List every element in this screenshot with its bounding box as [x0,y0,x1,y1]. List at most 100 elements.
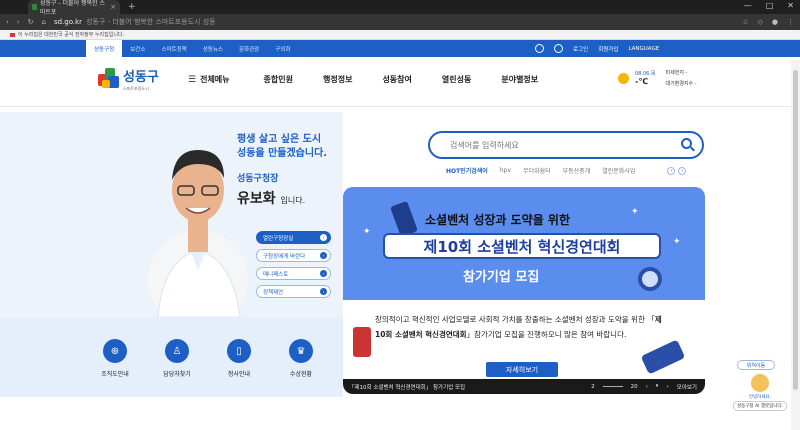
quick-links: ⊕ 조직도안내 ♙ 담당자찾기 ▯ 청사안내 ♛ 수상현황 [0,317,343,397]
util-tab-council[interactable]: 구의회 [267,40,298,57]
quick-building-guide[interactable]: ▯ 청사안내 [224,339,254,397]
policy-proposal-button[interactable]: 정책제안 › [256,285,331,298]
util-tab-office[interactable]: 성동구청 [86,40,123,57]
arrow-right-icon: › [320,270,327,277]
site-header: 성동구 스마트포용도시 ☰ 전체메뉴 종합민원 행정정보 성동참여 열린성동 분… [0,57,800,107]
close-window-icon[interactable]: ✕ [787,1,794,10]
favicon-icon [32,4,37,10]
hot-prev-icon[interactable]: ‹ [667,166,676,175]
arrow-right-icon: › [320,288,327,295]
url-field[interactable]: sd.go.kr 성동구 - 더불어 행복한 스마트포용도시 성동 [54,17,216,27]
scrollbar-thumb[interactable] [793,70,798,390]
menu-icon[interactable]: ⋮ [787,18,794,26]
ai-chatbot[interactable]: 안녕하세요. 성동구청 AI 챗봇입니다. [733,374,787,411]
move-button[interactable]: 위쳐이동 [737,360,775,370]
gov-notice-text: 이 누리집은 대한민국 공식 전자정부 누리집입니다. [18,32,125,38]
hot-keywords-title: HOT인기검색어 [446,168,488,175]
extension-icon[interactable]: ◇ [758,18,763,26]
accessibility-icon[interactable] [554,44,563,53]
star-icon[interactable]: ☆ [742,18,748,26]
mayor-photo [148,150,248,317]
browser-toolbar-icons: ☆ ◇ ● ⋮ [742,18,794,26]
air-index: 대기환경지수 - [665,81,697,87]
minimize-icon[interactable]: — [744,1,752,10]
search-input[interactable] [450,140,670,150]
weather-date: 08.06.목 [635,71,656,77]
back-icon[interactable]: ‹ [6,18,9,26]
request-to-mayor-button[interactable]: 구청장에게 바란다 › [256,249,331,262]
org-chart-icon: ⊕ [103,339,127,363]
quick-org-chart[interactable]: ⊕ 조직도안내 [100,339,130,397]
scrollbar[interactable] [791,60,800,430]
util-tab-news[interactable]: 성동뉴스 [195,40,231,57]
forward-icon[interactable]: › [17,18,20,26]
magnifier-illustration-icon [638,267,662,291]
mayor-slogan-1: 평생 살고 싶은 도시 [237,134,322,145]
language-link[interactable]: LANGUAGE [628,46,659,52]
window-controls: — □ ✕ [744,1,794,10]
browser-tab-strip: 성동구 - 더불어 행복한 스마트포 × + — □ ✕ [0,0,800,16]
browser-tab[interactable]: 성동구 - 더불어 행복한 스마트포 × [28,0,120,16]
prev-icon[interactable]: ‹ [646,384,648,390]
quick-awards[interactable]: ♛ 수상현황 [286,339,316,397]
person-illustration-icon [353,327,371,357]
logo-name: 성동구 [123,70,159,85]
nav-field-info[interactable]: 분야별정보 [501,74,538,85]
logo-mark-icon [98,68,120,90]
join-link[interactable]: 회원가입 [598,45,618,53]
quick-find-staff[interactable]: ♙ 담당자찾기 [162,339,192,397]
banner-control-bar: 「제10회 소셜벤처 혁신경연대회」 참가기업 모집 2 20 ‹ ⏸ › 모아… [343,379,705,394]
nav-all-menu[interactable]: 전체메뉴 [200,74,229,85]
banner-title-1: 소셜벤처 성장과 도약을 위한 [425,213,571,227]
arrow-right-icon: › [320,234,327,241]
mayor-intro: 평생 살고 싶은 도시 성동을 만들겠습니다. 성동구청장 유보화 입니다. [237,133,327,208]
util-tab-health[interactable]: 보건소 [122,40,153,57]
view-all-link[interactable]: 모아보기 [677,383,697,391]
util-tab-culture[interactable]: 문화관광 [231,40,267,57]
banner-title-2: 제10회 소셜벤처 혁신경연대회 [383,233,661,259]
search-icon[interactable] [681,138,692,149]
weather-temp: -℃ [635,77,649,86]
nav-admin[interactable]: 행정정보 [323,74,352,85]
profile-icon[interactable]: ● [772,18,778,26]
pause-icon[interactable]: ⏸ [656,383,659,390]
hamburger-icon[interactable]: ☰ [188,75,196,85]
maximize-icon[interactable]: □ [766,1,774,10]
banner-body: 창의적이고 혁신적인 사업모델로 사회적 가치를 창출하는 소셜벤처 성장과 도… [375,315,662,339]
hot-next-icon[interactable]: › [678,166,687,175]
banner-page-current: 2 [591,383,595,390]
sns-icon[interactable] [535,44,544,53]
new-tab-button[interactable]: + [128,2,136,12]
home-icon[interactable]: ⌂ [42,18,46,26]
person-icon: ♙ [165,339,189,363]
hot-keyword-item[interactable]: 열린문화사업 [602,166,635,175]
rocket-illustration-icon [640,339,686,375]
mayor-slogan-2: 성동을 만들겠습니다. [237,148,328,159]
nav-civil[interactable]: 종합민원 [264,74,293,85]
login-link[interactable]: 로그인 [573,45,588,53]
sun-icon [618,72,629,84]
chatbot-icon [750,374,769,392]
util-tab-smart[interactable]: 스마트정책 [153,40,194,57]
nav-open[interactable]: 열린성동 [442,74,471,85]
open-mayor-office-button[interactable]: 열린구청장실 › [256,231,331,244]
manifesto-button[interactable]: 매니페스토 › [256,267,331,280]
nav-participation[interactable]: 성동참여 [382,74,411,85]
main-banner[interactable]: ✦ ✦ ✦ 소셜벤처 성장과 도약을 위한 제10회 소셜벤처 혁신경연대회 참… [343,187,705,394]
mayor-name-suffix: 입니다. [280,196,306,205]
reload-icon[interactable]: ↻ [28,18,34,26]
trophy-icon: ♛ [289,339,313,363]
hot-keyword-item[interactable]: 무더위쉼터 [523,166,551,175]
utility-nav: 성동구청 보건소 스마트정책 성동뉴스 문화관광 구의회 로그인 회원가입 LA… [0,40,800,57]
banner-page-total: 20 [630,383,638,390]
tab-close-icon[interactable]: × [110,3,116,11]
next-icon[interactable]: › [667,384,669,390]
url-domain: sd.go.kr [53,18,83,26]
url-page-title: 성동구 - 더불어 행복한 스마트포용도시 성동 [86,18,216,26]
hot-keyword-item[interactable]: 부동산중개 [563,166,591,175]
hot-keyword-item[interactable]: hpv [500,167,511,174]
banner-detail-button[interactable]: 자세히보기 [486,362,558,377]
util-right-links: 로그인 회원가입 LANGUAGE [535,44,659,53]
site-logo[interactable]: 성동구 스마트포용도시 [98,66,159,92]
arrow-right-icon: › [320,252,327,259]
